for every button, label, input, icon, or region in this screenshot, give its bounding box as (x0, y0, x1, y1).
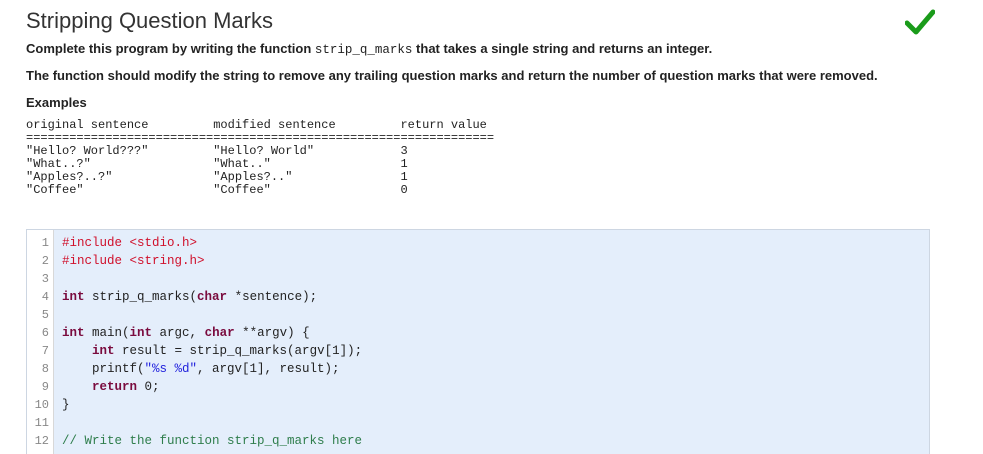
line-number: 10 (34, 398, 49, 412)
code-text[interactable]: // Write the function strip_q_marks here (62, 432, 362, 450)
description-suffix: that takes a single string and returns a… (412, 41, 713, 56)
line-number: 7 (41, 344, 49, 358)
code-text[interactable]: return 0; (62, 378, 160, 396)
line-number: 11 (34, 416, 49, 430)
line-number: 6 (41, 326, 49, 340)
examples-table: original sentence modified sentence retu… (26, 118, 495, 197)
checkmark-icon (905, 9, 935, 35)
line-number: 8 (41, 362, 49, 376)
code-text[interactable]: } (62, 396, 70, 414)
problem-requirement: The function should modify the string to… (26, 68, 878, 83)
problem-description: Complete this program by writing the fun… (26, 41, 712, 57)
line-number: 3 (41, 272, 49, 286)
code-text[interactable]: #include <string.h> (62, 252, 205, 270)
code-text[interactable]: int strip_q_marks(char *sentence); (62, 288, 317, 306)
line-number: 5 (41, 308, 49, 322)
function-name: strip_q_marks (314, 43, 413, 57)
code-text[interactable]: #include <stdio.h> (62, 234, 197, 252)
page-title: Stripping Question Marks (26, 8, 273, 33)
code-editor[interactable]: 1 #include <stdio.h> 2 #include <string.h> 3… (26, 229, 930, 454)
code-text[interactable]: int main(int argc, char **argv) { (62, 324, 310, 342)
examples-heading: Examples (26, 95, 87, 110)
code-text[interactable]: printf("%s %d", argv[1], result); (62, 360, 340, 378)
line-number: 2 (41, 254, 49, 268)
code-text[interactable]: int result = strip_q_marks(argv[1]); (62, 342, 362, 360)
line-number: 9 (41, 380, 49, 394)
description-prefix: Complete this program by writing the fun… (26, 41, 315, 56)
line-number: 4 (41, 290, 49, 304)
line-number: 1 (41, 236, 49, 250)
line-number: 12 (34, 434, 49, 448)
